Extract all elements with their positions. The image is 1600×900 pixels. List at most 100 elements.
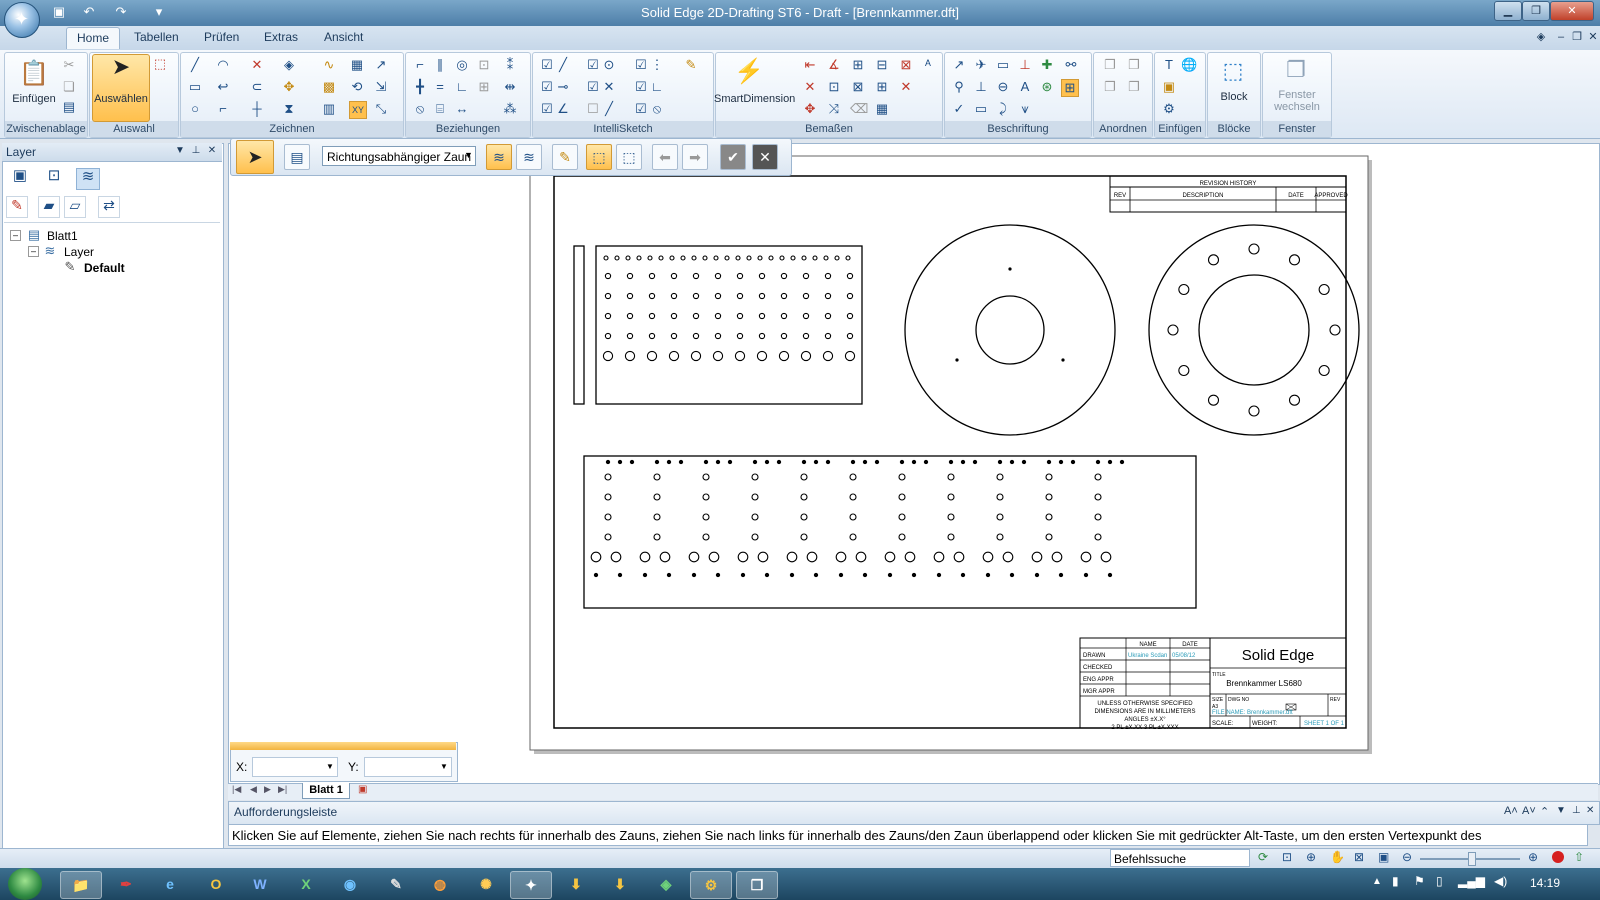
paste-label[interactable]: Einfügen: [7, 93, 61, 105]
dim-axis-icon[interactable]: ✕: [802, 79, 818, 95]
dim-attach-icon[interactable]: ⤨: [826, 101, 842, 117]
app-taskbar-icon[interactable]: ⬇: [556, 871, 596, 897]
select-tool-icon[interactable]: ➤: [236, 140, 274, 174]
tab-extras[interactable]: Extras: [254, 27, 308, 48]
send-backward-icon[interactable]: ❐: [1126, 57, 1142, 73]
panel-close-icon[interactable]: ✕: [1586, 805, 1594, 816]
inside-fence-icon[interactable]: ⬚: [586, 144, 612, 170]
taskbar-clock[interactable]: 14:19: [1530, 876, 1560, 890]
dim-align-icon[interactable]: ⊠: [850, 79, 866, 95]
bring-front-icon[interactable]: ❐: [1102, 79, 1118, 95]
checkbox-icon[interactable]: ☑: [539, 57, 555, 73]
app-taskbar-icon[interactable]: ✎: [376, 871, 416, 897]
sheet-nav-next-icon[interactable]: ▶: [264, 784, 271, 795]
up-arrow-icon[interactable]: ⇧: [1574, 850, 1584, 864]
solid-edge-taskbar-icon[interactable]: ✦: [510, 871, 552, 899]
excel-taskbar-icon[interactable]: X: [286, 871, 326, 897]
select-layer-icon[interactable]: ≋: [486, 144, 512, 170]
font-decrease-icon[interactable]: A˅: [1522, 805, 1536, 817]
offset-icon[interactable]: ⊂: [249, 79, 265, 95]
point-icon[interactable]: ✥: [281, 79, 297, 95]
tree-collapse-icon[interactable]: –: [28, 246, 39, 257]
split-icon[interactable]: ┼: [249, 101, 265, 117]
tray-network-icon[interactable]: ▂▄▆: [1458, 874, 1485, 888]
line-icon[interactable]: ╱: [187, 57, 203, 73]
concentric-icon[interactable]: ◎: [454, 57, 470, 73]
panel-close-icon[interactable]: ✕: [206, 145, 218, 157]
tray-volume-icon[interactable]: ◀): [1494, 874, 1507, 888]
sheet-nav-first-icon[interactable]: |◀: [232, 784, 241, 795]
paste-icon[interactable]: 📋: [19, 59, 49, 89]
app-taskbar-icon[interactable]: ⚙: [690, 871, 732, 899]
view-icon[interactable]: ▣: [1378, 850, 1389, 864]
internet-explorer-icon[interactable]: e: [150, 871, 190, 897]
checkbox-icon[interactable]: ☑: [633, 101, 649, 117]
symbol-icon[interactable]: ⊛: [1039, 79, 1055, 95]
vertical-snap-icon[interactable]: ⋮: [649, 57, 665, 73]
chevron-down-icon[interactable]: ▼: [326, 762, 334, 771]
smartdimension-label[interactable]: SmartDimension: [714, 93, 795, 105]
doc-restore-icon[interactable]: ❐: [1570, 30, 1584, 44]
app-taskbar-icon[interactable]: ◈: [646, 871, 686, 897]
copy-icon[interactable]: ❏: [61, 79, 77, 95]
checkbox-icon[interactable]: ☑: [585, 57, 601, 73]
bring-forward-icon[interactable]: ❐: [1102, 57, 1118, 73]
horizontal-vertical-icon[interactable]: ∟: [454, 79, 470, 95]
undo-icon[interactable]: ↶: [80, 4, 98, 20]
fence-mode-select[interactable]: Richtungsabhängiger Zaun: [322, 146, 476, 166]
firefox-taskbar-icon[interactable]: ◍: [420, 871, 460, 897]
select-tools-icon[interactable]: ⬚: [152, 56, 168, 72]
app-taskbar-icon[interactable]: ❐: [736, 871, 778, 899]
scale-icon[interactable]: ⇲: [373, 79, 389, 95]
stretch-icon[interactable]: ⤡: [373, 101, 389, 117]
bend-icon[interactable]: ⤸: [995, 101, 1011, 117]
angle-snap-icon[interactable]: ∠: [555, 101, 571, 117]
intellisketch-options-icon[interactable]: ✎: [683, 57, 699, 73]
fill-icon[interactable]: ◈: [281, 57, 297, 73]
pan-icon[interactable]: ✋: [1330, 850, 1345, 864]
chamfer-dim-icon[interactable]: ⊠: [898, 57, 914, 73]
save-icon[interactable]: ▣: [50, 4, 68, 20]
xy-icon[interactable]: XY: [349, 101, 367, 119]
surface-texture-icon[interactable]: ⊖: [995, 79, 1011, 95]
doc-close-icon[interactable]: ✕: [1586, 30, 1600, 44]
layer-show-icon[interactable]: ▰: [38, 196, 60, 218]
pin-icon[interactable]: ⊥: [190, 145, 202, 157]
text-icon[interactable]: A: [1017, 79, 1033, 95]
dim-break-icon[interactable]: ⊞: [874, 79, 890, 95]
acrobat-taskbar-icon[interactable]: ✒: [106, 871, 146, 897]
sheet-tab-blatt1[interactable]: Blatt 1: [302, 783, 350, 799]
zoom-slider-thumb[interactable]: [1468, 852, 1476, 866]
format-painter-icon[interactable]: ▤: [61, 99, 77, 115]
tray-device-icon[interactable]: ▮: [1392, 874, 1399, 888]
layer-new-icon[interactable]: ▣: [10, 168, 30, 188]
rectangle-icon[interactable]: ▭: [187, 79, 203, 95]
arc-icon[interactable]: ◠: [215, 57, 231, 73]
circle-icon[interactable]: ○: [187, 101, 203, 117]
center-mark-icon[interactable]: ✚: [1039, 57, 1055, 73]
coordinate-box-grip[interactable]: [230, 742, 456, 750]
command-search-input[interactable]: Befehlssuche: [1110, 849, 1250, 867]
checkbox-icon[interactable]: ☑: [633, 79, 649, 95]
tree-item-default-layer[interactable]: Default: [84, 261, 125, 275]
perpendicular-snap-icon[interactable]: ∟: [649, 79, 665, 95]
balloon-icon[interactable]: ⚲: [951, 79, 967, 95]
symmetry-icon[interactable]: ⇹: [502, 79, 518, 95]
corner-icon[interactable]: ⌐: [215, 101, 231, 117]
object-icon[interactable]: ⚙: [1161, 101, 1177, 117]
qat-customize-icon[interactable]: ▾: [150, 4, 168, 20]
collapse-icon[interactable]: ⌃: [1540, 805, 1549, 818]
tree-item-sheet[interactable]: Blatt1: [47, 229, 78, 243]
distance-dim-icon[interactable]: ⇤: [802, 57, 818, 73]
new-sheet-icon[interactable]: ▣: [358, 784, 367, 795]
send-back-icon[interactable]: ❐: [1126, 79, 1142, 95]
midpoint-icon[interactable]: ⊸: [555, 79, 571, 95]
perpendicular-icon[interactable]: ╋: [412, 79, 428, 95]
tray-expand-icon[interactable]: ▲: [1372, 876, 1382, 887]
datum-icon[interactable]: ⊥: [1017, 57, 1033, 73]
layer-hide-icon[interactable]: ▱: [64, 196, 86, 218]
feature-control-icon[interactable]: ▭: [995, 57, 1011, 73]
intersection-icon[interactable]: ✕: [601, 79, 617, 95]
tab-pruefen[interactable]: Prüfen: [194, 27, 249, 48]
close-button[interactable]: ✕: [1550, 1, 1594, 21]
